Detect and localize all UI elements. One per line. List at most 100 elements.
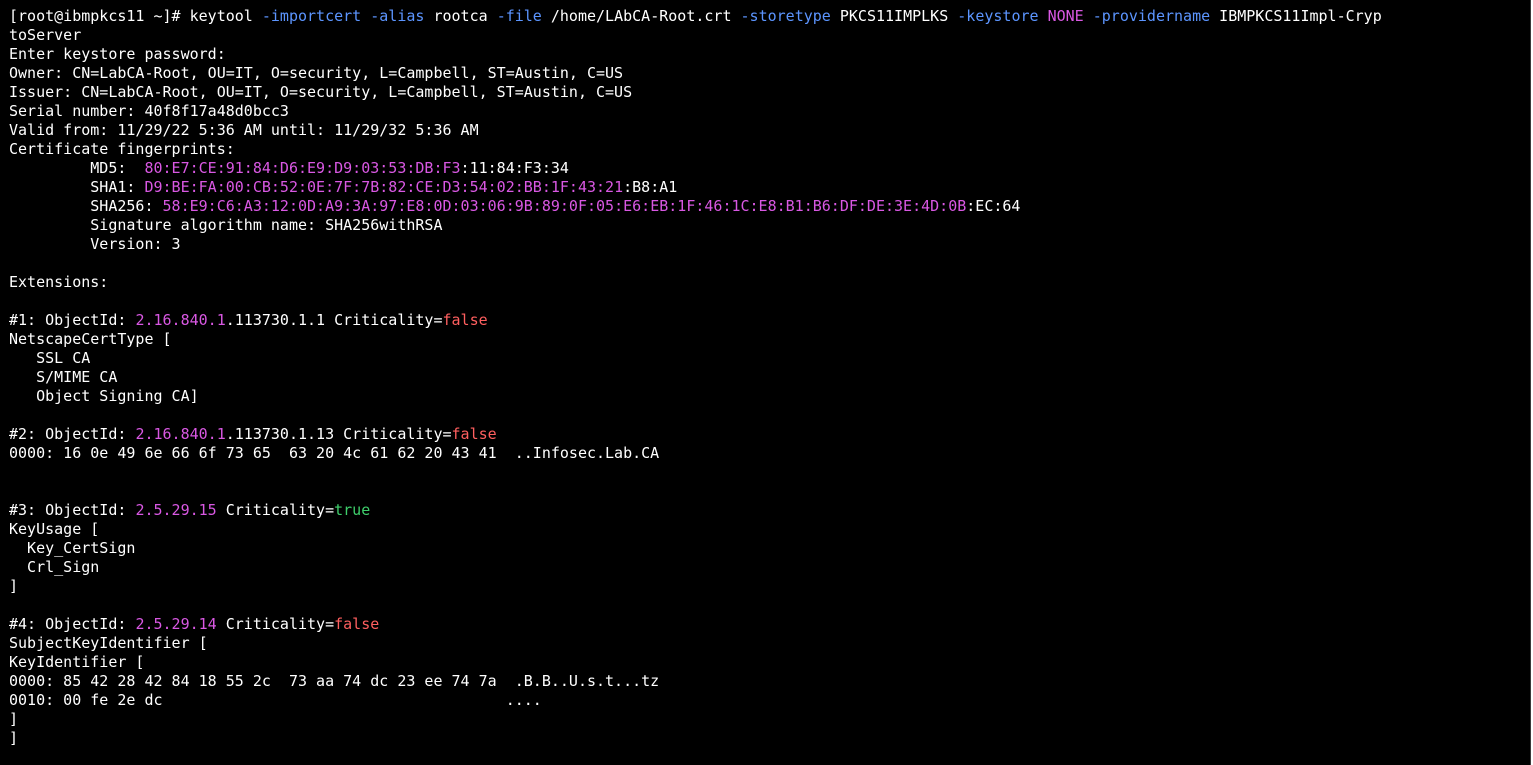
terminal-text-segment: 0010: 00 fe 2e dc .... (9, 691, 542, 709)
terminal-line: Issuer: CN=LabCA-Root, OU=IT, O=security… (9, 83, 1526, 102)
terminal-text-segment: false (451, 425, 497, 443)
terminal-text-segment: MD5: (9, 159, 145, 177)
terminal-text-segment: Owner: CN=LabCA-Root, OU=IT, O=security,… (9, 64, 624, 82)
terminal-line: S/MIME CA (9, 368, 1526, 387)
terminal-text-segment: Valid from: 11/29/22 5:36 AM until: 11/2… (9, 121, 479, 139)
terminal-window[interactable]: [root@ibmpkcs11 ~]# keytool -importcert … (0, 0, 1531, 765)
terminal-text-segment: 0000: 85 42 28 42 84 18 55 2c 73 aa 74 d… (9, 672, 660, 690)
terminal-text-segment: -importcert (261, 7, 362, 25)
terminal-text-segment: 0000: 16 0e 49 6e 66 6f 73 65 63 20 4c 6… (9, 444, 660, 462)
terminal-line: toServer (9, 26, 1526, 45)
terminal-text-segment: .113730.1.1 Criticality= (225, 311, 443, 329)
terminal-text-segment: 2.5.29.14 (135, 615, 217, 633)
terminal-text-segment: Version: 3 (9, 235, 181, 253)
terminal-line: SHA1: D9:BE:FA:00:CB:52:0E:7F:7B:82:CE:D… (9, 178, 1526, 197)
terminal-text-segment: 2.16.840.1 (135, 311, 226, 329)
terminal-text-segment: Crl_Sign (9, 558, 100, 576)
terminal-line: Crl_Sign (9, 558, 1526, 577)
terminal-text-segment: true (334, 501, 371, 519)
terminal-line: SHA256: 58:E9:C6:A3:12:0D:A9:3A:97:E8:0D… (9, 197, 1526, 216)
terminal-text-segment: IBMPKCS11Impl-Cryp (1210, 7, 1382, 25)
terminal-text-segment: Enter keystore password: (9, 45, 226, 63)
terminal-text-segment: #4: ObjectId: (9, 615, 136, 633)
terminal-line: Owner: CN=LabCA-Root, OU=IT, O=security,… (9, 64, 1526, 83)
terminal-line: Object Signing CA] (9, 387, 1526, 406)
terminal-text-segment: rootca (424, 7, 497, 25)
terminal-text-segment: false (334, 615, 380, 633)
terminal-text-segment: SSL CA (9, 349, 91, 367)
terminal-text-segment: Serial number: 40f8f17a48d0bcc3 (9, 102, 289, 120)
terminal-text-segment: :B8:A1 (623, 178, 678, 196)
terminal-line: Enter keystore password: (9, 45, 1526, 64)
terminal-line: Certificate fingerprints: (9, 140, 1526, 159)
terminal-line: Key_CertSign (9, 539, 1526, 558)
terminal-text-segment: 80:E7:CE:91:84:D6:E9:D9:03:53:DB:F3 (144, 159, 461, 177)
terminal-line: Signature algorithm name: SHA256withRSA (9, 216, 1526, 235)
terminal-text-segment: -storetype (740, 7, 831, 25)
terminal-text-segment: .113730.1.13 Criticality= (225, 425, 452, 443)
terminal-text-segment: KeyIdentifier [ (9, 653, 145, 671)
terminal-line: SubjectKeyIdentifier [ (9, 634, 1526, 653)
terminal-text-segment: SubjectKeyIdentifier [ (9, 634, 208, 652)
terminal-text-segment: toServer (9, 26, 82, 44)
terminal-line: Serial number: 40f8f17a48d0bcc3 (9, 102, 1526, 121)
terminal-line: #1: ObjectId: 2.16.840.1.113730.1.1 Crit… (9, 311, 1526, 330)
terminal-text-segment: false (442, 311, 488, 329)
terminal-text-segment: 2.5.29.15 (135, 501, 217, 519)
terminal-text-segment: Signature algorithm name: SHA256withRSA (9, 216, 443, 234)
terminal-text-segment: SHA256: (9, 197, 163, 215)
terminal-text-segment: #3: ObjectId: (9, 501, 136, 519)
terminal-line: Valid from: 11/29/22 5:36 AM until: 11/2… (9, 121, 1526, 140)
terminal-text-segment: ] (9, 577, 19, 595)
terminal-line: NetscapeCertType [ (9, 330, 1526, 349)
terminal-line: ] (9, 710, 1526, 729)
terminal-line: ] (9, 577, 1526, 596)
terminal-line: #3: ObjectId: 2.5.29.15 Criticality=true (9, 501, 1526, 520)
terminal-text-segment: :EC:64 (966, 197, 1021, 215)
terminal-line: ] (9, 729, 1526, 748)
terminal-line: KeyIdentifier [ (9, 653, 1526, 672)
terminal-text-segment: [root@ibmpkcs11 ~]# keytool (9, 7, 262, 25)
terminal-text-segment: Key_CertSign (9, 539, 136, 557)
terminal-text-segment: #1: ObjectId: (9, 311, 136, 329)
terminal-text-segment: Criticality= (216, 501, 335, 519)
terminal-text-segment: NetscapeCertType [ (9, 330, 172, 348)
terminal-text-segment: ] (9, 729, 19, 747)
terminal-text-segment: -file (496, 7, 542, 25)
terminal-text-segment: Extensions: (9, 273, 109, 291)
terminal-line: Extensions: (9, 273, 1526, 292)
terminal-output[interactable]: [root@ibmpkcs11 ~]# keytool -importcert … (9, 7, 1526, 748)
terminal-text-segment: -providername (1092, 7, 1211, 25)
terminal-text-segment: Certificate fingerprints: (9, 140, 235, 158)
terminal-line: MD5: 80:E7:CE:91:84:D6:E9:D9:03:53:DB:F3… (9, 159, 1526, 178)
terminal-text-segment: Criticality= (216, 615, 335, 633)
terminal-text-segment: D9:BE:FA:00:CB:52:0E:7F:7B:82:CE:D3:54:0… (144, 178, 624, 196)
terminal-line: [root@ibmpkcs11 ~]# keytool -importcert … (9, 7, 1526, 26)
terminal-text-segment: NONE (1047, 7, 1084, 25)
terminal-text-segment: 58:E9:C6:A3:12:0D:A9:3A:97:E8:0D:03:06:9… (162, 197, 967, 215)
terminal-text-segment: ] (9, 710, 19, 728)
terminal-text-segment: -keystore (957, 7, 1039, 25)
terminal-text-segment: :11:84:F3:34 (460, 159, 569, 177)
terminal-text-segment: #2: ObjectId: (9, 425, 136, 443)
terminal-text-segment: -alias (370, 7, 425, 25)
terminal-line: #4: ObjectId: 2.5.29.14 Criticality=fals… (9, 615, 1526, 634)
terminal-text-segment: S/MIME CA (9, 368, 118, 386)
terminal-text-segment: 2.16.840.1 (135, 425, 226, 443)
terminal-line: 0000: 16 0e 49 6e 66 6f 73 65 63 20 4c 6… (9, 444, 1526, 463)
terminal-line: 0010: 00 fe 2e dc .... (9, 691, 1526, 710)
terminal-text-segment: /home/LAbCA-Root.crt (541, 7, 741, 25)
terminal-line: Version: 3 (9, 235, 1526, 254)
terminal-line: 0000: 85 42 28 42 84 18 55 2c 73 aa 74 d… (9, 672, 1526, 691)
terminal-text-segment: PKCS11IMPLKS (830, 7, 958, 25)
terminal-text-segment: Issuer: CN=LabCA-Root, OU=IT, O=security… (9, 83, 633, 101)
